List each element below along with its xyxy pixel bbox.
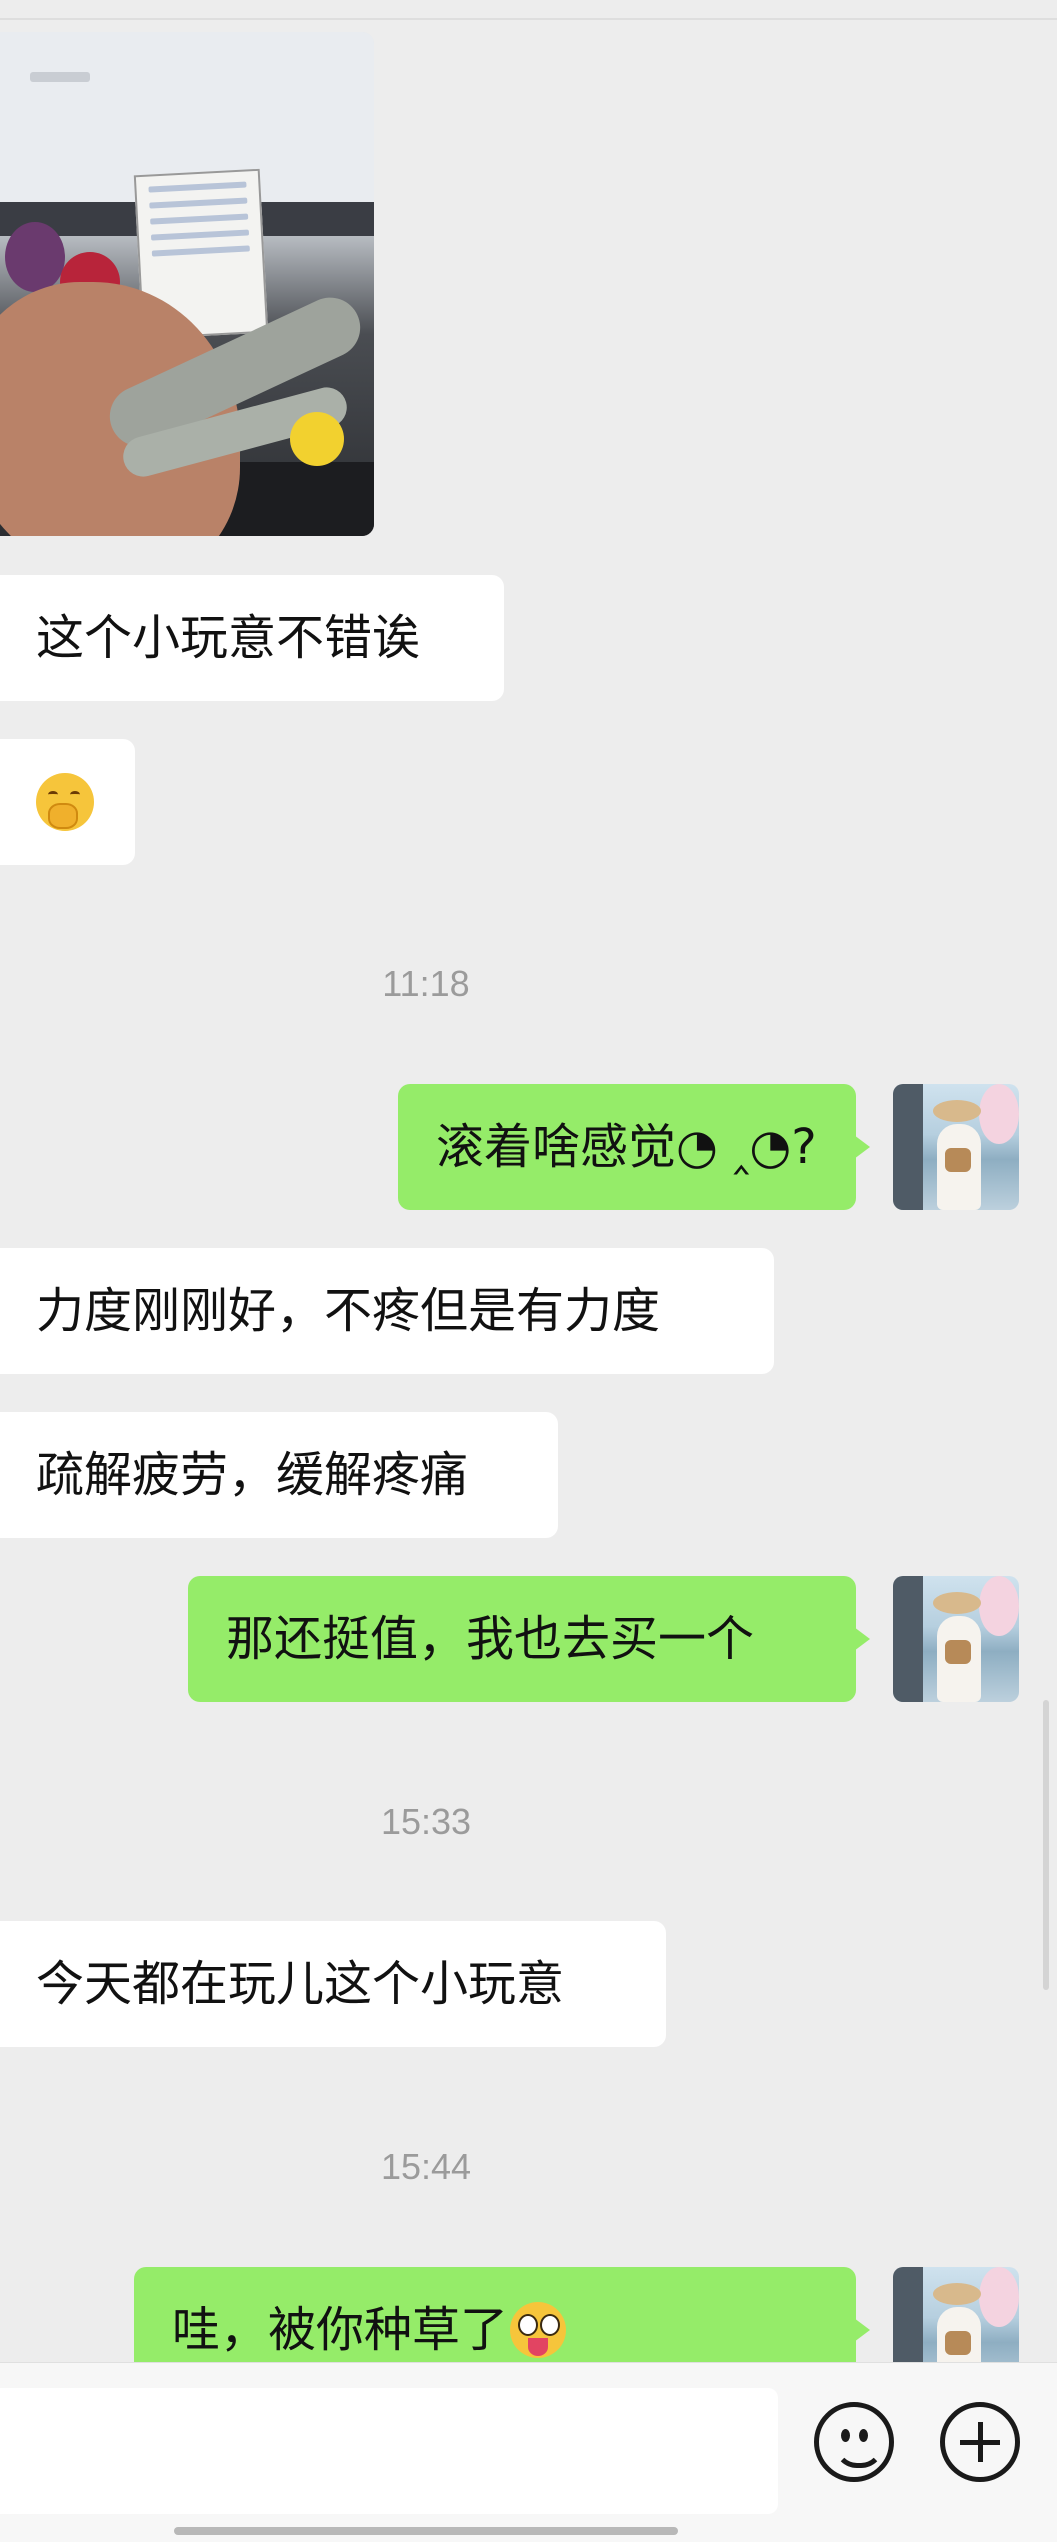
message-text: 那还挺值，我也去买一个 <box>226 1611 755 1667</box>
plus-button[interactable] <box>940 2402 1020 2482</box>
avatar[interactable] <box>893 1084 1019 1210</box>
message-outgoing[interactable]: 那还挺值，我也去买一个 <box>188 1576 870 1702</box>
home-indicator[interactable] <box>174 2527 678 2535</box>
message-incoming[interactable]: 今天都在玩儿这个小玩意 <box>0 1921 666 2047</box>
message-text: 滚着啥感觉◔ ‸◔? <box>436 1119 817 1175</box>
message-incoming[interactable]: 这个小玩意不错诶 <box>0 575 504 701</box>
message-outgoing[interactable]: 滚着啥感觉◔ ‸◔? <box>398 1084 870 1210</box>
message-text: 疏解疲劳，缓解疼痛 <box>36 1447 469 1503</box>
top-divider <box>0 0 1057 20</box>
scrollbar[interactable] <box>1043 1700 1049 1990</box>
message-incoming[interactable]: 疏解疲劳，缓解疼痛 <box>0 1412 558 1538</box>
message-text: 哇，被你种草了 <box>172 2302 509 2358</box>
timestamp: 15:33 <box>380 1801 472 1842</box>
smiley-icon <box>834 2445 884 2468</box>
face-with-hand-over-mouth-icon <box>36 773 94 831</box>
message-text: 力度刚刚好，不疼但是有力度 <box>36 1283 661 1339</box>
timestamp: 11:18 <box>382 963 470 1004</box>
message-text: 这个小玩意不错诶 <box>36 610 421 666</box>
message-incoming[interactable]: 力度刚刚好，不疼但是有力度 <box>0 1248 774 1374</box>
message-input[interactable] <box>0 2388 778 2514</box>
emoji-button[interactable] <box>814 2402 894 2482</box>
message-incoming-emoji[interactable] <box>0 739 135 865</box>
message-text: 今天都在玩儿这个小玩意 <box>36 1956 565 2012</box>
timestamp: 15:44 <box>380 2146 472 2187</box>
photo-message[interactable] <box>0 32 374 536</box>
avatar[interactable] <box>893 1576 1019 1702</box>
zany-tongue-face-icon <box>510 2302 567 2358</box>
